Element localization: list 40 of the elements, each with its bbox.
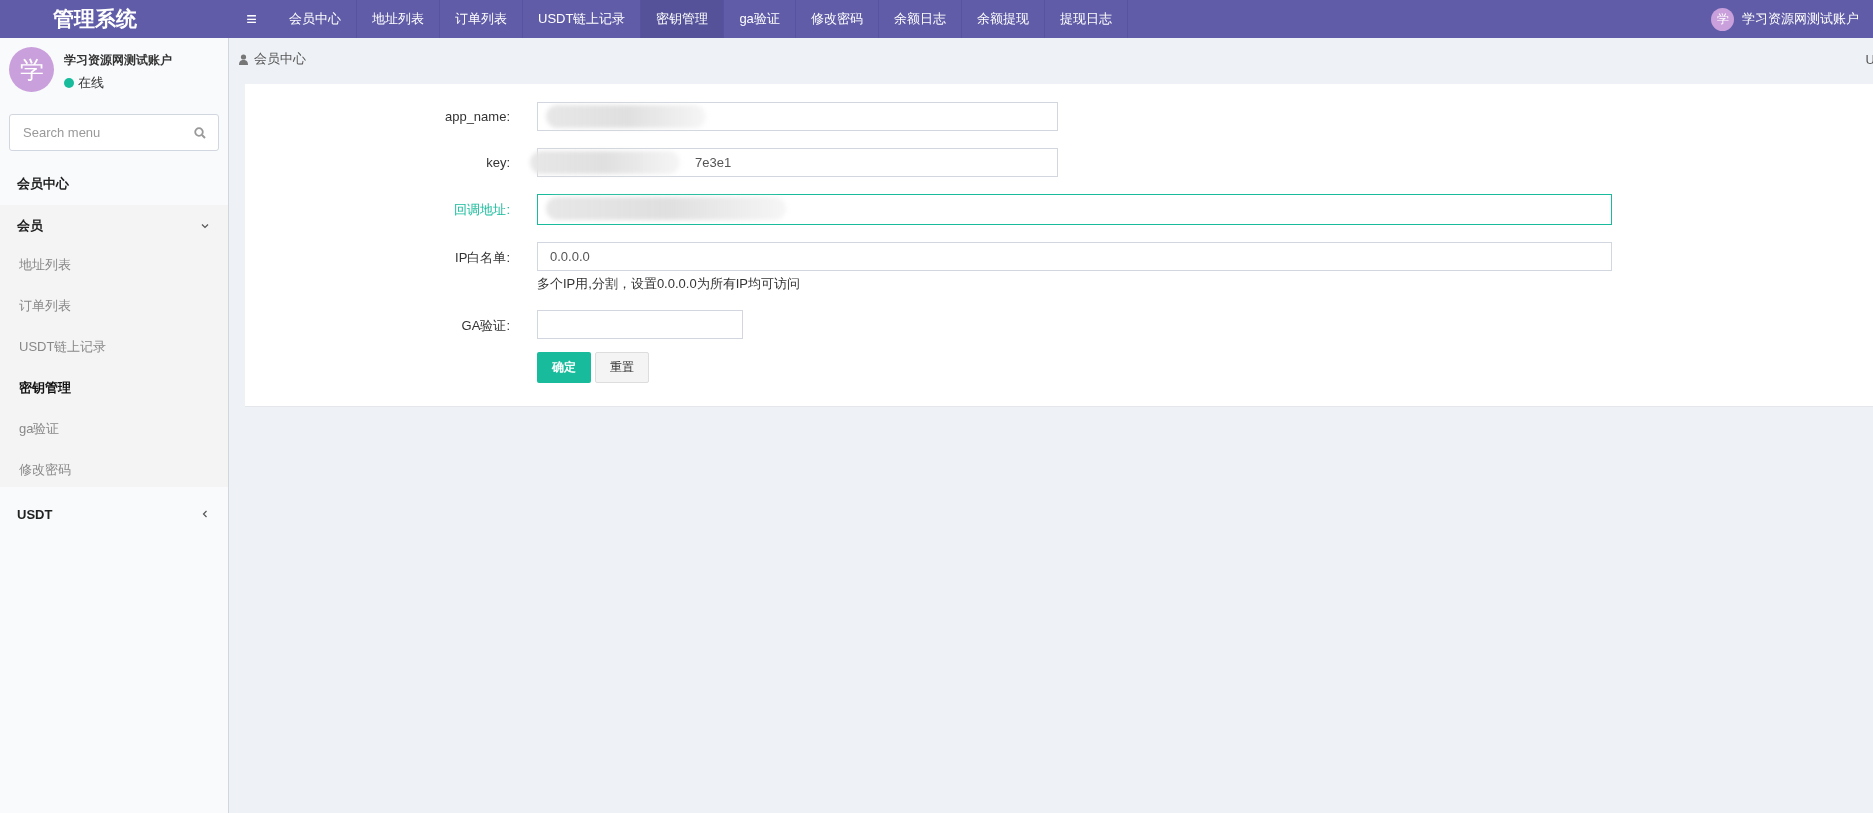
nav-tab[interactable]: ga验证 (724, 0, 796, 38)
status-text: 在线 (78, 74, 104, 92)
menu-item[interactable]: 订单列表 (0, 288, 228, 323)
input-field[interactable] (537, 310, 743, 339)
nav-tab[interactable]: 修改密码 (795, 0, 879, 38)
nav-tab[interactable]: 密钥管理 (641, 0, 725, 38)
nav-tab[interactable]: 订单列表 (440, 0, 523, 38)
search-icon[interactable] (194, 127, 206, 139)
user-name: 学习资源网测试账户 (64, 52, 172, 69)
nav-tab[interactable]: 提现日志 (1044, 0, 1128, 38)
input-field[interactable] (537, 194, 1612, 225)
field-label: app_name: (443, 108, 510, 124)
menu-item[interactable]: 会员中心 (0, 163, 228, 205)
caret-icon (200, 221, 210, 231)
menu-item[interactable]: 密钥管理 (0, 370, 228, 405)
input-field[interactable]: 0.0.0.0 (537, 242, 1612, 271)
field-label: IP白名单: (454, 249, 510, 267)
nav-tab[interactable]: 会员中心 (274, 0, 357, 38)
user-avatar: 学 (9, 47, 54, 92)
menu-item[interactable]: USDT链上记录 (0, 329, 228, 364)
menu-item[interactable]: 地址列表 (0, 247, 228, 282)
help-text: 多个IP用,分割，设置0.0.0.0为所有IP均可访问 (537, 275, 801, 293)
menu-item[interactable]: 修改密码 (0, 452, 228, 487)
form-button[interactable]: 重置 (595, 352, 649, 383)
status-dot (64, 78, 74, 88)
app-logo: 管理系统 (51, 6, 138, 32)
nav-tab[interactable]: 地址列表 (357, 0, 440, 38)
nav-tab[interactable]: 余额日志 (878, 0, 962, 38)
field-label: 回调地址: (453, 201, 510, 219)
menu-item[interactable]: USDT (0, 493, 228, 535)
menu-item[interactable]: ga验证 (0, 411, 228, 446)
input-field[interactable] (537, 102, 1058, 131)
user-name[interactable]: 学习资源网测试账户 (1742, 10, 1859, 28)
caret-icon (200, 509, 210, 519)
field-label: GA验证: (460, 317, 510, 335)
breadcrumb-text[interactable]: 会员中心 (254, 50, 306, 68)
search-field[interactable]: Search menu (9, 114, 219, 151)
user-icon (239, 53, 248, 65)
field-label: key: (485, 154, 510, 170)
nav-tab[interactable]: 余额提现 (961, 0, 1045, 38)
